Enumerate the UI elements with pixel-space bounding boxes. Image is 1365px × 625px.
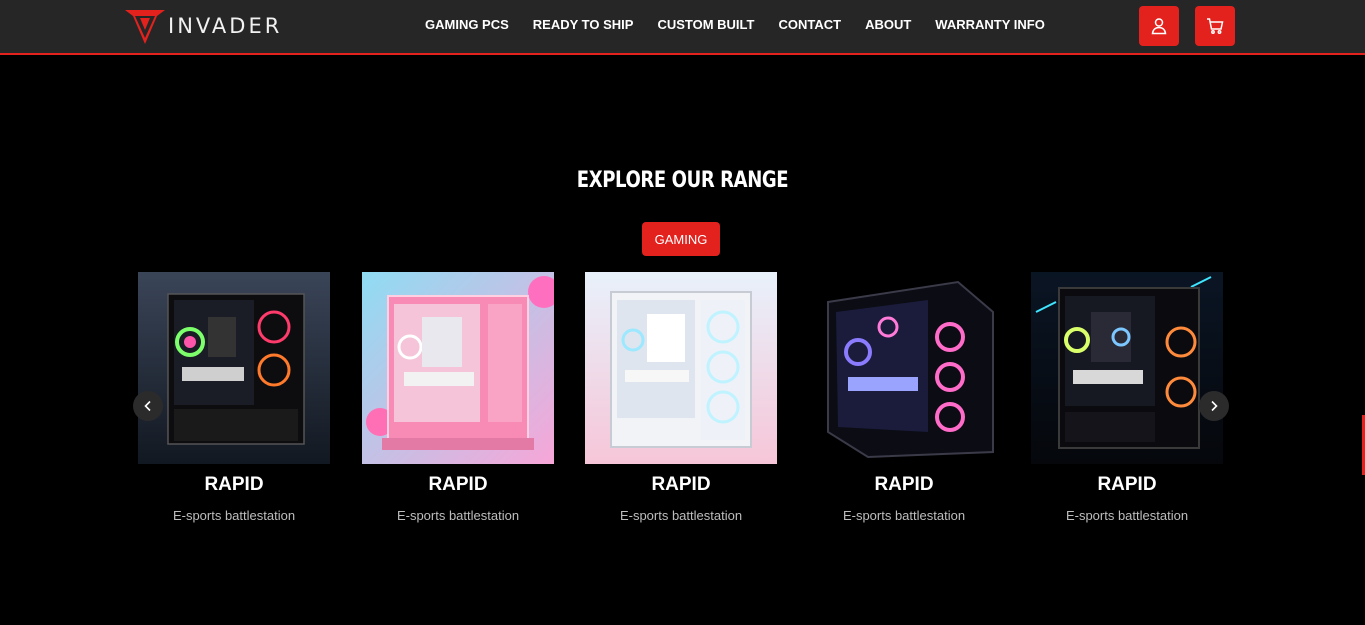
- product-subtitle: E-sports battlestation: [172, 508, 296, 523]
- product-title: RAPID: [204, 474, 264, 495]
- product-image[interactable]: [808, 272, 1000, 464]
- product-image[interactable]: [138, 272, 330, 464]
- product-subtitle: E-sports battlestation: [396, 508, 520, 523]
- product-title: RAPID: [874, 474, 934, 495]
- site-header: INVADER GAMING PCS READY TO SHIP CUSTOM …: [0, 0, 1365, 55]
- carousel-next-button[interactable]: [1199, 391, 1229, 421]
- nav-gaming-pcs[interactable]: GAMING PCS: [425, 17, 509, 32]
- product-card[interactable]: RAPID E-sports battlestation: [1031, 272, 1223, 523]
- chevron-left-icon: [144, 400, 151, 412]
- nav-warranty-info[interactable]: WARRANTY INFO: [935, 17, 1045, 32]
- nav-ready-to-ship[interactable]: READY TO SHIP: [533, 17, 634, 32]
- product-subtitle: E-sports battlestation: [619, 508, 743, 523]
- main-nav: GAMING PCS READY TO SHIP CUSTOM BUILT CO…: [425, 17, 1069, 32]
- account-button[interactable]: [1139, 6, 1179, 46]
- product-title: RAPID: [651, 474, 711, 495]
- product-card[interactable]: RAPID E-sports battlestation: [808, 272, 1000, 523]
- chevron-right-icon: [1211, 400, 1218, 412]
- brand-name: INVADER: [168, 14, 283, 38]
- product-card[interactable]: RAPID E-sports battlestation: [138, 272, 330, 523]
- user-icon: [1151, 18, 1167, 35]
- product-title: RAPID: [428, 474, 488, 495]
- brand-logo[interactable]: INVADER: [123, 4, 282, 48]
- nav-custom-built[interactable]: CUSTOM BUILT: [657, 17, 754, 32]
- section-title: EXPLORE OUR RANGE: [576, 168, 789, 193]
- product-card[interactable]: RAPID E-sports battlestation: [585, 272, 777, 523]
- product-image[interactable]: [585, 272, 777, 464]
- product-image[interactable]: [1031, 272, 1223, 464]
- product-subtitle: E-sports battlestation: [842, 508, 966, 523]
- cart-button[interactable]: [1195, 6, 1235, 46]
- invader-logo-icon: [125, 10, 165, 44]
- nav-about[interactable]: ABOUT: [865, 17, 911, 32]
- product-subtitle: E-sports battlestation: [1065, 508, 1189, 523]
- cart-icon: [1207, 18, 1224, 34]
- product-title: RAPID: [1097, 474, 1157, 495]
- category-filter-gaming[interactable]: GAMING: [642, 222, 720, 256]
- product-card[interactable]: RAPID E-sports battlestation: [362, 272, 554, 523]
- carousel-prev-button[interactable]: [133, 391, 163, 421]
- nav-contact[interactable]: CONTACT: [778, 17, 841, 32]
- product-image[interactable]: [362, 272, 554, 464]
